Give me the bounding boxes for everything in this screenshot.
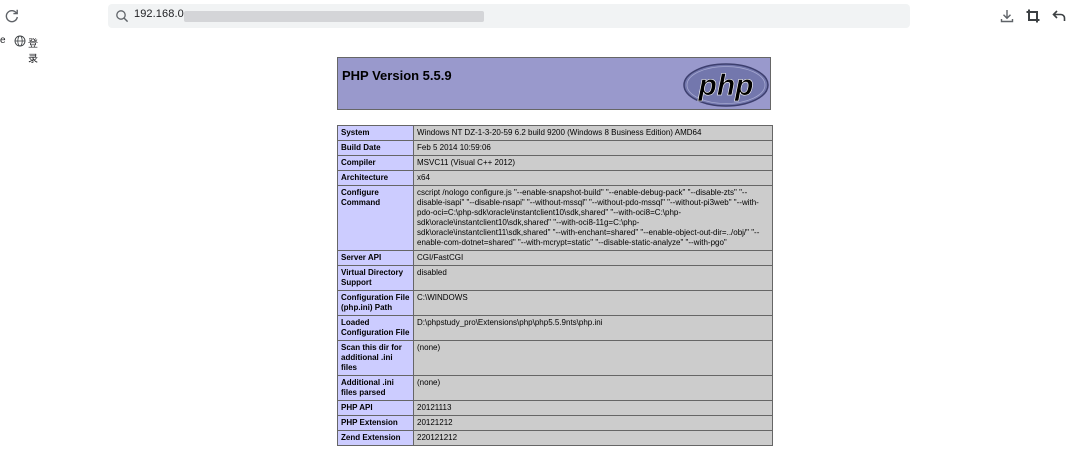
info-key: Compiler	[337, 155, 414, 171]
info-value: x64	[413, 170, 773, 186]
download-icon[interactable]	[999, 8, 1015, 24]
info-value: D:\phpstudy_pro\Extensions\php\php5.5.9n…	[413, 315, 773, 341]
phpinfo-table: System Windows NT DZ-1-3-20-59 6.2 build …	[337, 125, 773, 446]
table-row: Configuration File (php.ini) Path C:\WIND…	[337, 290, 773, 316]
reload-icon[interactable]	[3, 7, 21, 25]
info-value: Feb 5 2014 10:59:06	[413, 140, 773, 156]
browser-toolbar: 192.168.0. e 登录	[0, 0, 1080, 65]
info-value: 20121113	[413, 400, 773, 416]
bookmark-partial[interactable]: e	[0, 35, 6, 46]
info-key: Loaded Configuration File	[337, 315, 414, 341]
info-value: 20121212	[413, 415, 773, 431]
table-row: PHP API 20121113	[337, 400, 773, 416]
url-text: 192.168.0.	[134, 8, 187, 20]
undo-icon[interactable]	[1051, 8, 1067, 24]
info-key: PHP API	[337, 400, 414, 416]
table-row: Build Date Feb 5 2014 10:59:06	[337, 140, 773, 156]
table-row: Virtual Directory Support disabled	[337, 265, 773, 291]
table-row: Server API CGI/FastCGI	[337, 250, 773, 266]
info-key: Server API	[337, 250, 414, 266]
page-title: PHP Version 5.5.9	[342, 68, 452, 83]
address-bar[interactable]: 192.168.0.	[108, 4, 910, 28]
info-value: disabled	[413, 265, 773, 291]
table-row: Zend Extension 220121212	[337, 430, 773, 446]
info-key: Configuration File (php.ini) Path	[337, 290, 414, 316]
table-row: Architecture x64	[337, 170, 773, 186]
info-value: Windows NT DZ-1-3-20-59 6.2 build 9200 (…	[413, 125, 773, 141]
redacted-url-segment	[184, 11, 484, 22]
info-value: C:\WINDOWS	[413, 290, 773, 316]
table-row: Configure Command cscript /nologo configu…	[337, 185, 773, 251]
info-value: MSVC11 (Visual C++ 2012)	[413, 155, 773, 171]
php-logo-text: php	[698, 69, 754, 102]
info-key: System	[337, 125, 414, 141]
info-key: Configure Command	[337, 185, 414, 251]
info-key: Virtual Directory Support	[337, 265, 414, 291]
table-row: System Windows NT DZ-1-3-20-59 6.2 build …	[337, 125, 773, 141]
info-key: Additional .ini files parsed	[337, 375, 414, 401]
info-key: PHP Extension	[337, 415, 414, 431]
crop-icon[interactable]	[1025, 8, 1041, 24]
table-row: Compiler MSVC11 (Visual C++ 2012)	[337, 155, 773, 171]
php-logo: php	[683, 63, 769, 107]
table-row: PHP Extension 20121212	[337, 415, 773, 431]
info-key: Zend Extension	[337, 430, 414, 446]
search-icon	[116, 10, 129, 23]
info-value: (none)	[413, 375, 773, 401]
info-value: 220121212	[413, 430, 773, 446]
info-key: Architecture	[337, 170, 414, 186]
info-key: Build Date	[337, 140, 414, 156]
table-row: Additional .ini files parsed (none)	[337, 375, 773, 401]
php-version-header: PHP Version 5.5.9 php	[337, 57, 771, 110]
table-row: Scan this dir for additional .ini files(…	[337, 340, 773, 376]
bookmark-login[interactable]: 登录	[28, 35, 38, 65]
globe-icon	[14, 35, 26, 47]
table-row: Loaded Configuration File D:\phpstudy_pro…	[337, 315, 773, 341]
info-key: Scan this dir for additional .ini files	[337, 340, 414, 376]
info-value: (none)	[413, 340, 773, 376]
info-value: CGI/FastCGI	[413, 250, 773, 266]
info-value: cscript /nologo configure.js "--enable-s…	[413, 185, 773, 251]
